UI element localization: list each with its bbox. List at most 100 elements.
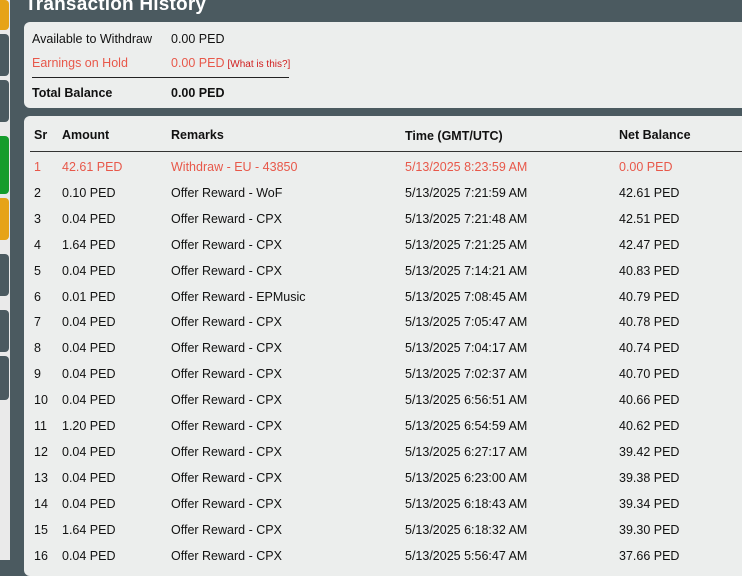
table-row: 7 0.04 PED Offer Reward - CPX 5/13/2025 7:0… [24,315,742,341]
row-sr: 14 [34,496,48,511]
row-time: 5/13/2025 6:56:51 AM [405,393,528,408]
row-sr: 7 [34,315,41,330]
what-is-this-link[interactable]: [What is this?] [228,59,291,70]
row-amount: 1.64 PED [62,237,116,252]
row-time: 5/13/2025 7:21:25 AM [405,237,528,252]
sidebar-tab-green[interactable] [0,136,9,194]
table-row: 6 0.01 PED Offer Reward - EPMusic 5/13/2025… [24,290,742,316]
table-row: 8 0.04 PED Offer Reward - CPX 5/13/2025 7:0… [24,341,742,367]
header-amount: Amount [62,128,110,142]
row-net-balance: 39.42 PED [619,444,680,459]
row-amount: 0.01 PED [62,289,116,304]
row-net-balance: 40.62 PED [619,419,680,433]
available-label: Available to Withdraw [32,32,152,46]
row-amount: 0.04 PED [62,470,116,485]
row-time: 5/13/2025 7:04:17 AM [405,341,528,356]
row-net-balance: 40.66 PED [619,393,680,408]
row-sr: 6 [34,289,41,304]
row-time: 5/13/2025 6:18:32 AM [405,522,528,537]
row-remarks: Offer Reward - CPX [171,470,282,485]
row-time: 5/13/2025 6:23:00 AM [405,470,528,485]
hold-label: Earnings on Hold [32,56,128,70]
header-remarks: Remarks [171,128,224,142]
row-remarks: Offer Reward - CPX [171,237,282,252]
row-remarks: Offer Reward - CPX [171,367,282,382]
row-time: 5/13/2025 7:21:48 AM [405,211,528,226]
row-sr: 13 [34,470,48,485]
header-net-balance: Net Balance [619,128,691,142]
sidebar-tab[interactable] [0,34,9,76]
table-row: 13 0.04 PED Offer Reward - CPX 5/13/2025 6:… [24,471,742,497]
row-amount: 42.61 PED [62,160,123,174]
row-time: 5/13/2025 7:08:45 AM [405,289,528,304]
table-row: 9 0.04 PED Offer Reward - CPX 5/13/2025 7:0… [24,367,742,393]
row-net-balance: 39.34 PED [619,496,680,511]
available-value: 0.00 PED [171,32,225,46]
sidebar-tab[interactable] [0,80,9,122]
row-amount: 0.04 PED [62,548,116,563]
header-sr: Sr [34,128,48,142]
row-time: 5/13/2025 7:21:59 AM [405,185,528,200]
row-net-balance: 37.66 PED [619,548,680,563]
row-sr: 16 [34,548,48,563]
table-row: 12 0.04 PED Offer Reward - CPX 5/13/2025 6:… [24,445,742,471]
row-time: 5/13/2025 5:56:47 AM [405,548,528,563]
row-remarks: Offer Reward - CPX [171,496,282,511]
row-sr: 10 [34,393,48,408]
row-time: 5/13/2025 6:18:43 AM [405,496,528,511]
row-amount: 1.64 PED [62,522,116,537]
sidebar-tab-orange[interactable] [0,198,9,240]
table-row: 1 42.61 PED Withdraw - EU - 43850 5/13/2025… [24,160,742,186]
row-sr: 12 [34,444,48,459]
sidebar-tab[interactable] [0,356,9,400]
header-time: Time (GMT/UTC) [405,129,503,143]
row-remarks: Offer Reward - CPX [171,341,282,356]
row-remarks: Offer Reward - CPX [171,315,282,330]
row-amount: 0.10 PED [62,185,116,200]
table-row: 14 0.04 PED Offer Reward - CPX 5/13/2025 6:… [24,497,742,523]
row-sr: 4 [34,237,41,252]
row-remarks: Offer Reward - CPX [171,419,282,433]
row-amount: 0.04 PED [62,444,116,459]
table-row: 10 0.04 PED Offer Reward - CPX 5/13/2025 6:… [24,393,742,419]
row-remarks: Offer Reward - CPX [171,522,282,537]
table-row: 4 1.64 PED Offer Reward - CPX 5/13/2025 7:2… [24,238,742,264]
sidebar-tab-orange[interactable] [0,0,9,30]
summary-divider [32,77,289,78]
table-row: 11 1.20 PED Offer Reward - CPX 5/13/2025 6:… [24,419,742,445]
sidebar-tab[interactable] [0,254,9,296]
row-remarks: Offer Reward - CPX [171,393,282,408]
row-net-balance: 39.38 PED [619,470,680,485]
row-net-balance: 42.51 PED [619,211,680,226]
row-time: 5/13/2025 7:02:37 AM [405,367,528,382]
row-remarks: Offer Reward - CPX [171,263,282,278]
row-sr: 9 [34,367,41,382]
row-sr: 3 [34,211,41,226]
row-net-balance: 42.61 PED [619,185,680,200]
row-amount: 0.04 PED [62,393,116,408]
row-amount: 0.04 PED [62,263,116,278]
row-sr: 8 [34,341,41,356]
sidebar-tab[interactable] [0,310,9,352]
total-label: Total Balance [32,86,113,100]
row-time: 5/13/2025 7:05:47 AM [405,315,528,330]
row-remarks: Offer Reward - WoF [171,185,283,200]
hold-value-wrap: 0.00 PED [What is this?] [171,56,290,70]
transactions-panel: Sr Amount Remarks Time (GMT/UTC) Net Bal… [24,116,742,576]
row-time: 5/13/2025 6:54:59 AM [405,419,528,433]
row-remarks: Offer Reward - EPMusic [171,289,306,304]
row-net-balance: 40.74 PED [619,341,680,356]
row-time: 5/13/2025 8:23:59 AM [405,160,528,174]
row-net-balance: 40.78 PED [619,315,680,330]
row-net-balance: 42.47 PED [619,237,680,252]
left-rail [10,0,24,560]
row-remarks: Offer Reward - CPX [171,548,282,563]
row-amount: 0.04 PED [62,341,116,356]
row-net-balance: 0.00 PED [619,160,673,174]
row-remarks: Withdraw - EU - 43850 [171,160,298,174]
row-sr: 15 [34,522,48,537]
row-time: 5/13/2025 6:27:17 AM [405,444,528,459]
total-value: 0.00 PED [171,86,225,100]
row-amount: 0.04 PED [62,315,116,330]
row-amount: 0.04 PED [62,211,116,226]
